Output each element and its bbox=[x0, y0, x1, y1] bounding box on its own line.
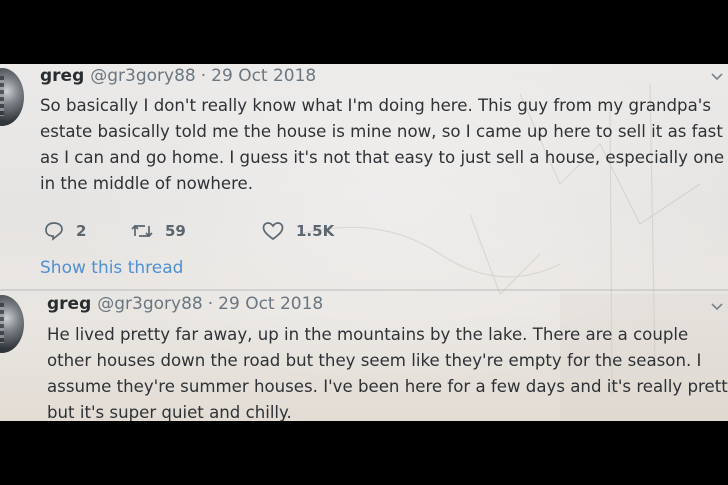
screenshot-frame: greg @gr3gory88 · 29 Oct 2018 So basically … bbox=[0, 64, 728, 421]
tweet-text-line: in the middle of nowhere. bbox=[40, 174, 254, 193]
tweet-text-line: but it's super quiet and chilly. bbox=[47, 403, 292, 421]
reply-count: 2 bbox=[76, 222, 87, 240]
retweet-button[interactable]: 59 bbox=[131, 218, 186, 244]
tweet-header: greg @gr3gory88 · 29 Oct 2018 bbox=[47, 294, 323, 314]
tweet-date[interactable]: 29 Oct 2018 bbox=[211, 66, 316, 86]
avatar[interactable] bbox=[0, 295, 24, 353]
retweet-count: 59 bbox=[165, 222, 186, 240]
tweet-date[interactable]: 29 Oct 2018 bbox=[218, 294, 323, 314]
chevron-down-icon[interactable] bbox=[710, 300, 724, 314]
tweet-text: So basically I don't really know what I'… bbox=[40, 93, 724, 197]
header-separator: · bbox=[207, 294, 214, 314]
tweet-text: He lived pretty far away, up in the moun… bbox=[47, 322, 728, 421]
author-handle[interactable]: @gr3gory88 bbox=[90, 66, 195, 86]
heart-icon bbox=[262, 222, 284, 241]
reply-button[interactable]: 2 bbox=[44, 218, 86, 244]
like-button[interactable]: 1.5K bbox=[262, 218, 334, 244]
tweet-text-line: other houses down the road but they seem… bbox=[47, 351, 702, 370]
show-thread-link[interactable]: Show this thread bbox=[40, 258, 183, 278]
tweet-header: greg @gr3gory88 · 29 Oct 2018 bbox=[40, 66, 316, 86]
author-name[interactable]: greg bbox=[47, 294, 91, 314]
header-separator: · bbox=[200, 66, 207, 86]
author-handle[interactable]: @gr3gory88 bbox=[97, 294, 202, 314]
chevron-down-icon[interactable] bbox=[710, 70, 724, 84]
tweet[interactable]: greg @gr3gory88 · 29 Oct 2018 He lived pret… bbox=[0, 290, 728, 421]
reply-icon bbox=[45, 222, 63, 241]
tweet-text-line: as I can and go home. I guess it's not t… bbox=[40, 148, 725, 167]
tweet[interactable]: greg @gr3gory88 · 29 Oct 2018 So basically … bbox=[0, 64, 728, 290]
author-name[interactable]: greg bbox=[40, 66, 84, 86]
tweet-text-line: estate basically told me the house is mi… bbox=[40, 122, 723, 141]
tweet-text-line: So basically I don't really know what I'… bbox=[40, 96, 711, 115]
avatar[interactable] bbox=[0, 68, 24, 126]
like-count: 1.5K bbox=[296, 222, 335, 240]
tweet-text-line: He lived pretty far away, up in the moun… bbox=[47, 325, 689, 344]
retweet-icon bbox=[131, 224, 153, 238]
tweet-actions: 2 59 1.5K bbox=[44, 218, 364, 244]
tweet-text-line: assume they're summer houses. I've been … bbox=[47, 377, 728, 396]
